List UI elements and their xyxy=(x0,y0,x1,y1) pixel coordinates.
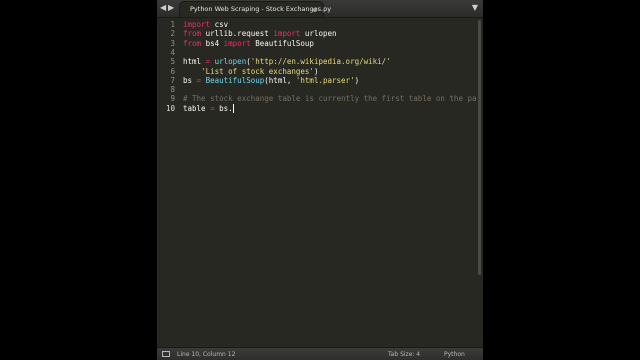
code-token: table xyxy=(183,103,211,113)
code-token: from xyxy=(183,38,202,48)
code-line[interactable]: from bs4 import BeautifulSoup xyxy=(183,39,314,48)
line-number: 3 xyxy=(170,38,175,48)
line-number-gutter: 1 2 3 4 5 6 7 8 9 10 xyxy=(157,17,179,347)
code-line[interactable]: bs = BeautifulSoup(html, 'html.parser') xyxy=(183,76,359,85)
code-token: import xyxy=(273,29,301,39)
code-token: 'http://en.wikipedia.org/wiki/' xyxy=(250,57,391,67)
line-number: 10 xyxy=(165,103,175,113)
code-token: bs. xyxy=(214,103,233,113)
code-token: (html, xyxy=(264,75,296,85)
unsaved-dot-icon[interactable] xyxy=(313,8,317,12)
code-token: csv xyxy=(210,20,229,29)
code-token: BeautifulSoup xyxy=(205,75,265,85)
code-line[interactable]: 'List of stock exchanges') xyxy=(183,67,318,76)
panel-toggle-icon[interactable] xyxy=(162,351,170,357)
line-number: 1 xyxy=(170,20,175,29)
tab-stock-exchanges[interactable]: Python Web Scraping - Stock Exchanges.py xyxy=(179,1,331,17)
tab-menu-icon[interactable]: ▼ xyxy=(472,3,478,12)
tab-title: Python Web Scraping - Stock Exchanges.py xyxy=(190,5,332,13)
code-token: import xyxy=(223,38,251,48)
cursor-position: Line 10, Column 12 xyxy=(177,351,236,358)
nav-back-icon[interactable]: ◀ xyxy=(160,3,166,13)
tab-size-selector[interactable]: Tab Size: 4 xyxy=(388,351,420,358)
code-token: urlopen xyxy=(214,57,247,67)
vertical-scrollbar[interactable] xyxy=(478,20,481,275)
text-cursor xyxy=(232,104,234,114)
code-line[interactable]: table = bs. xyxy=(183,104,234,114)
code-token: urllib.request xyxy=(201,29,274,39)
tab-bar: ◀ ▶ Python Web Scraping - Stock Exchange… xyxy=(157,0,483,18)
code-token: bs4 xyxy=(201,38,224,48)
code-line[interactable]: from urllib.request import urlopen xyxy=(183,29,337,38)
code-token: # The stock exchange table is currently … xyxy=(183,94,477,104)
code-line[interactable]: html = urlopen('http://en.wikipedia.org/… xyxy=(183,57,391,66)
line-number: 9 xyxy=(170,94,175,104)
code-line[interactable]: # The stock exchange table is currently … xyxy=(183,94,477,103)
line-number: 2 xyxy=(170,29,175,39)
code-line[interactable]: import csv xyxy=(183,20,228,29)
code-token: bs xyxy=(183,75,197,85)
line-number: 6 xyxy=(170,66,175,76)
syntax-selector[interactable]: Python xyxy=(444,351,465,358)
code-token: 'List of stock exchanges' xyxy=(201,66,314,76)
line-number: 8 xyxy=(170,85,175,95)
line-number: 5 xyxy=(170,57,175,67)
line-number: 7 xyxy=(170,75,175,85)
code-token: urlopen xyxy=(300,29,337,39)
code-token: ) xyxy=(354,75,360,85)
status-bar: Line 10, Column 12 Tab Size: 4 Python xyxy=(157,347,483,360)
code-token: import xyxy=(183,20,211,29)
code-token: ) xyxy=(313,66,319,76)
code-token: BeautifulSoup xyxy=(250,38,314,48)
code-token: html xyxy=(183,57,206,67)
line-number: 4 xyxy=(170,47,175,57)
nav-forward-icon[interactable]: ▶ xyxy=(168,3,174,13)
code-editor[interactable]: import csv from urllib.request import url… xyxy=(183,17,483,347)
code-token: 'html.parser' xyxy=(295,75,355,85)
code-token: from xyxy=(183,29,202,39)
editor-window: ◀ ▶ Python Web Scraping - Stock Exchange… xyxy=(157,0,483,360)
